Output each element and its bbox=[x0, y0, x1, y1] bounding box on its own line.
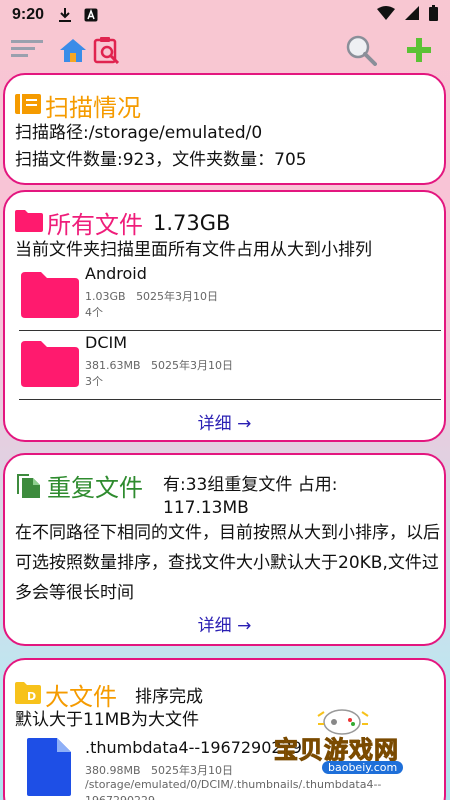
file-date: 5025年3月10日 bbox=[151, 764, 234, 777]
big-card-status: 排序完成 bbox=[135, 687, 203, 707]
folder-meta: 1.03GB 5025年3月10日 bbox=[85, 288, 218, 304]
all-files-size: 1.73GB bbox=[153, 210, 231, 235]
file-meta: 380.98MB 5025年3月10日 bbox=[85, 762, 233, 778]
scan-card-header: 扫描情况 bbox=[15, 88, 141, 123]
notebook-icon bbox=[15, 93, 41, 119]
scan-card-title: 扫描情况 bbox=[45, 94, 141, 122]
file-size: 380.98MB bbox=[85, 764, 141, 777]
folder-row-android[interactable]: Android 1.03GB 5025年3月10日 4个 bbox=[19, 262, 443, 330]
file-copy-icon bbox=[15, 470, 41, 502]
scan-icon[interactable] bbox=[90, 33, 124, 67]
status-time: 9:20 bbox=[12, 6, 45, 23]
status-bar: 9:20 bbox=[0, 0, 450, 30]
folder-date: 5025年3月10日 bbox=[151, 359, 234, 372]
scan-counts: 扫描文件数量:923，文件夹数量：705 bbox=[15, 150, 307, 170]
folder-count: 4个 bbox=[85, 306, 103, 319]
file-icon bbox=[27, 738, 71, 800]
toolbar bbox=[0, 30, 450, 70]
file-name: .thumbdata4--1967290229 bbox=[85, 738, 302, 757]
big-card-header: D 大文件 排序完成 bbox=[15, 677, 203, 712]
download-icon bbox=[58, 7, 72, 23]
all-files-detail-link[interactable]: 详细 → bbox=[5, 409, 444, 434]
folder-name: DCIM bbox=[85, 333, 128, 352]
folder-icon bbox=[21, 272, 79, 322]
dup-card-title: 重复文件 bbox=[47, 474, 143, 502]
folder-date: 5025年3月10日 bbox=[136, 290, 219, 303]
divider bbox=[19, 399, 441, 400]
svg-text:D: D bbox=[27, 690, 36, 703]
add-icon[interactable] bbox=[402, 33, 436, 67]
all-files-title: 所有文件 bbox=[47, 211, 143, 239]
folder-size: 1.03GB bbox=[85, 290, 126, 303]
folder-meta: 381.63MB 5025年3月10日 bbox=[85, 357, 233, 373]
battery-icon bbox=[429, 4, 438, 26]
scan-info-card: 扫描情况 扫描路径:/storage/emulated/0 扫描文件数量:923… bbox=[3, 73, 446, 185]
folder-row-dcim[interactable]: DCIM 381.63MB 5025年3月10日 3个 bbox=[19, 331, 443, 399]
dup-summary-line1: 有:33组重复文件 占用: bbox=[163, 475, 338, 495]
dup-detail-link[interactable]: 详细 → bbox=[5, 611, 444, 636]
dup-summary-line2: 117.13MB bbox=[163, 498, 249, 518]
folder-icon bbox=[15, 209, 43, 236]
search-icon[interactable] bbox=[344, 33, 378, 67]
file-path-cont: 1967290229 bbox=[85, 794, 155, 800]
folder-icon bbox=[21, 341, 79, 391]
all-files-card: 所有文件 1.73GB 当前文件夹扫描里面所有文件占用从大到小排列 Androi… bbox=[3, 190, 446, 442]
all-files-header: 所有文件 1.73GB bbox=[15, 205, 230, 240]
watermark-url: baobeiy.com bbox=[322, 761, 404, 774]
dup-desc: 在不同路径下相同的文件，目前按照从大到小排序，以后可选按照数量排序，查找文件大小… bbox=[15, 523, 440, 603]
big-card-title: 大文件 bbox=[45, 683, 117, 711]
folder-d-icon: D bbox=[15, 681, 41, 708]
dup-summary: 有:33组重复文件 占用: 117.13MB bbox=[163, 474, 338, 520]
dup-card-header: 重复文件 bbox=[15, 468, 143, 503]
a-box-icon bbox=[84, 8, 98, 22]
menu-icon[interactable] bbox=[10, 33, 44, 67]
big-desc: 默认大于11MB为大文件 bbox=[15, 710, 199, 730]
watermark-logo: 宝贝游戏网 baobeiy.com bbox=[274, 704, 450, 782]
folder-count: 3个 bbox=[85, 375, 103, 388]
folder-name: Android bbox=[85, 264, 147, 283]
watermark-text: 宝贝游戏网 bbox=[274, 736, 399, 765]
scan-path: 扫描路径:/storage/emulated/0 bbox=[15, 123, 263, 143]
all-files-desc: 当前文件夹扫描里面所有文件占用从大到小排列 bbox=[15, 240, 372, 260]
folder-size: 381.63MB bbox=[85, 359, 141, 372]
home-icon[interactable] bbox=[56, 33, 90, 67]
duplicate-files-card: 重复文件 有:33组重复文件 占用: 117.13MB 在不同路径下相同的文件，… bbox=[3, 453, 446, 646]
wifi-icon bbox=[377, 5, 395, 25]
signal-icon bbox=[405, 5, 419, 25]
